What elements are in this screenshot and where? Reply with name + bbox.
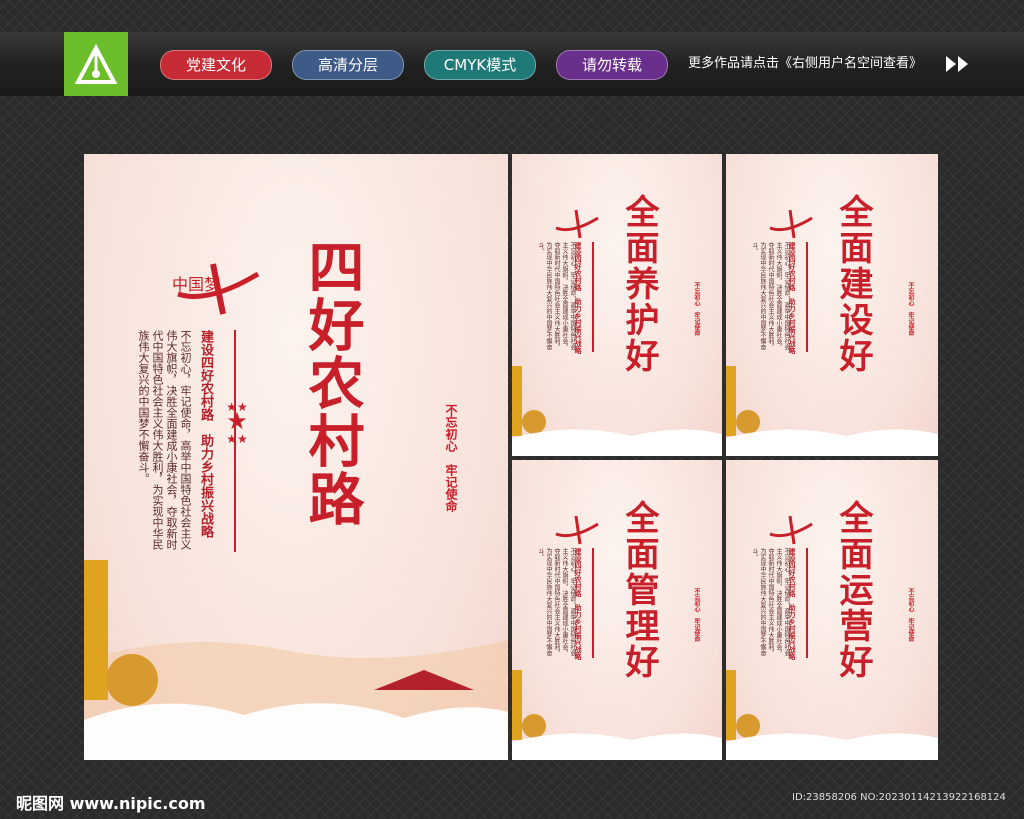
poster-title: 全面运营好 — [833, 500, 873, 680]
poster-motto: 不忘初心 牢记使命 — [693, 282, 700, 336]
divider-line — [592, 242, 594, 352]
landscape-scene — [726, 670, 938, 760]
divider-line — [806, 242, 808, 352]
main-poster: 中国梦 四好农村路 建设四好农村路 助力乡村振兴战略 不忘初心，牢记使命，高举中… — [84, 154, 508, 760]
china-dream-logo — [769, 209, 813, 239]
pen-nib-icon — [74, 43, 118, 84]
poster-motto: 不忘初心 牢记使命 — [907, 588, 914, 642]
image-id: ID:23858206 NO:20230114213922168124 — [792, 792, 1006, 803]
small-poster-3: 全面管理好 建设四好农村路 助力乡村振兴战略 不忘初心，牢记使命，高举中国特色社… — [512, 460, 722, 760]
poster-title: 全面养护好 — [619, 194, 659, 374]
landscape-scene — [726, 366, 938, 456]
poster-title: 全面建设好 — [833, 194, 873, 374]
tag-no-repost[interactable]: 请勿转载 — [556, 50, 668, 80]
china-dream-logo: 中国梦 — [172, 263, 260, 315]
site-watermark[interactable]: 昵图网 www.nipic.com — [16, 790, 206, 814]
star-ornament: ★★ ★ ★★ — [226, 400, 248, 446]
poster-body: 不忘初心，牢记使命，高举中国特色社会主义伟大旗帜，决胜全面建成小康社会，夺取新时… — [751, 242, 790, 350]
main-subtitle: 建设四好农村路 助力乡村振兴战略 — [198, 330, 213, 538]
app-logo — [64, 32, 128, 96]
tag-party-culture[interactable]: 党建文化 — [160, 50, 272, 80]
china-dream-logo — [555, 209, 599, 239]
landscape-scene — [512, 366, 722, 456]
tag-hd-layered[interactable]: 高清分层 — [292, 50, 404, 80]
small-poster-4: 全面运营好 建设四好农村路 助力乡村振兴战略 不忘初心，牢记使命，高举中国特色社… — [726, 460, 938, 760]
divider-line — [592, 548, 594, 658]
poster-motto: 不忘初心 牢记使命 — [693, 588, 700, 642]
main-title: 四好农村路 — [299, 238, 365, 528]
main-motto: 不忘初心 牢记使命 — [444, 404, 458, 512]
tag-cmyk[interactable]: CMYK模式 — [424, 50, 536, 80]
promo-text: 更多作品请点击《右侧用户名空间查看》 — [688, 56, 923, 71]
poster-body: 不忘初心，牢记使命，高举中国特色社会主义伟大旗帜，决胜全面建成小康社会，夺取新时… — [751, 548, 790, 656]
china-dream-logo — [555, 515, 599, 545]
poster-body: 不忘初心，牢记使命，高举中国特色社会主义伟大旗帜，决胜全面建成小康社会，夺取新时… — [537, 548, 576, 656]
small-poster-2: 全面建设好 建设四好农村路 助力乡村振兴战略 不忘初心，牢记使命，高举中国特色社… — [726, 154, 938, 456]
small-poster-1: 全面养护好 建设四好农村路 助力乡村振兴战略 不忘初心，牢记使命，高举中国特色社… — [512, 154, 722, 456]
logo-text: 中国梦 — [172, 275, 220, 294]
landscape-scene — [84, 560, 508, 760]
china-dream-logo — [769, 515, 813, 545]
poster-body: 不忘初心，牢记使命，高举中国特色社会主义伟大旗帜，决胜全面建成小康社会，夺取新时… — [537, 242, 576, 350]
landscape-scene — [512, 670, 722, 760]
main-body: 不忘初心，牢记使命，高举中国特色社会主义伟大旗帜，决胜全面建成小康社会，夺取新时… — [137, 330, 192, 550]
poster-motto: 不忘初心 牢记使命 — [907, 282, 914, 336]
divider-line — [806, 548, 808, 658]
double-arrow-right-icon[interactable] — [944, 54, 972, 74]
poster-title: 全面管理好 — [619, 500, 659, 680]
